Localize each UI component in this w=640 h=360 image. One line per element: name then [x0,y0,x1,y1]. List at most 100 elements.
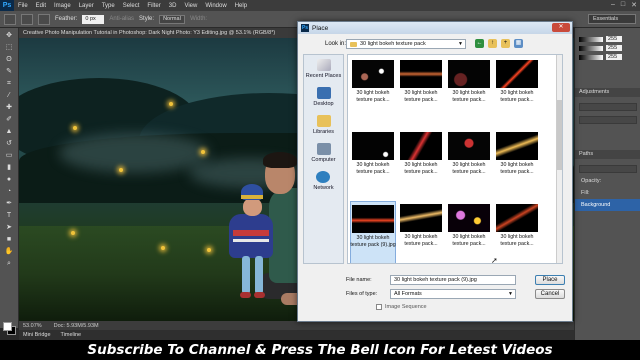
menu-edit[interactable]: Edit [32,3,50,9]
menu-window[interactable]: Window [201,3,230,9]
healing-icon[interactable]: ✚ [4,104,15,112]
file-label: 30 light bokeh texture pack... [452,234,486,247]
place-libraries[interactable]: Libraries [313,115,334,135]
new-folder-icon[interactable]: + [501,39,510,48]
red-value[interactable]: 255 [606,36,622,42]
place-button[interactable]: Place [535,275,565,285]
zoom-icon[interactable]: ⌕ [4,260,15,268]
history-brush-icon[interactable]: ↺ [4,140,15,148]
status-bar: 53.07% Doc: 5.93M/5.93M [19,321,574,330]
file-scrollbar[interactable] [556,55,562,263]
menu-file[interactable]: File [14,3,32,9]
quick-select-icon[interactable]: ✎ [4,68,15,76]
look-in-select[interactable]: 30 light bokeh texture pack ▼ [346,39,466,49]
anti-alias-checkbox[interactable]: Anti-alias [109,16,134,22]
view-menu-icon[interactable]: ▦ [514,39,523,48]
crop-icon[interactable]: ⌗ [4,80,15,88]
gradient-icon[interactable]: ▮ [4,164,15,172]
foreground-color-swatch[interactable] [3,322,12,331]
feather-input[interactable]: 0 px [82,14,105,24]
adjustment-icons-row[interactable] [579,116,637,124]
blur-icon[interactable]: ● [4,176,15,184]
cancel-button[interactable]: Cancel [535,289,565,299]
files-of-type-select[interactable]: All Formats ▼ [390,289,516,299]
firefly [169,102,173,106]
firefly [119,168,123,172]
zoom-level[interactable]: 53.07% [23,323,42,329]
menu-bar: Ps File Edit Image Layer Type Select Fil… [0,0,640,11]
tab-timeline[interactable]: Timeline [61,332,82,338]
menu-view[interactable]: View [180,3,201,9]
green-value[interactable]: 255 [606,45,622,51]
menu-select[interactable]: Select [119,3,144,9]
shape-icon[interactable]: ■ [4,236,15,244]
blue-value[interactable]: 255 [606,54,622,60]
add-selection-icon[interactable] [38,13,50,25]
back-icon[interactable]: ← [475,39,484,48]
eraser-icon[interactable]: ▭ [4,152,15,160]
file-item[interactable]: 30 light bokeh texture pack... [398,57,444,121]
file-item[interactable]: 30 light bokeh texture pack... [446,129,492,193]
menu-3d[interactable]: 3D [165,3,181,9]
green-slider[interactable] [579,45,603,51]
pen-icon[interactable]: ✒ [4,200,15,208]
blue-slider[interactable] [579,54,603,60]
close-icon[interactable]: ✕ [631,1,637,9]
minimize-icon[interactable]: – [611,1,615,9]
child-figure [229,214,273,258]
menu-help[interactable]: Help [231,3,251,9]
file-item[interactable]: 30 light bokeh texture pack... [446,201,492,263]
brush-icon[interactable]: ✐ [4,116,15,124]
hand-icon[interactable]: ✋ [4,248,15,256]
eyedropper-icon[interactable]: ⁄ [4,92,15,100]
new-selection-icon[interactable] [21,13,33,25]
move-tool-icon[interactable]: ✥ [4,32,15,40]
firefly [73,126,77,130]
place-desktop[interactable]: Desktop [313,87,334,107]
file-item[interactable]: 30 light bokeh texture pack... [398,201,444,263]
tab-paths[interactable]: Paths [575,150,640,159]
file-item[interactable]: 30 light bokeh texture pack... [350,129,396,193]
doc-size[interactable]: Doc: 5.93M/5.93M [54,323,99,329]
desktop-icon [316,87,331,99]
menu-type[interactable]: Type [98,3,119,9]
layer-filter-row[interactable] [579,165,637,173]
layer-background[interactable]: Background [575,199,640,211]
tab-adjustments[interactable]: Adjustments [575,88,640,97]
place-network[interactable]: Network [313,171,334,191]
tab-mini-bridge[interactable]: Mini Bridge [23,332,51,338]
type-icon[interactable]: T [4,212,15,220]
menu-layer[interactable]: Layer [75,3,98,9]
chevron-down-icon: ▼ [458,41,463,47]
file-item[interactable]: 30 light bokeh texture pack... [398,129,444,193]
path-select-icon[interactable]: ➤ [4,224,15,232]
style-select[interactable]: Normal [159,14,186,24]
marquee-tool-icon[interactable] [4,13,16,25]
file-name-input[interactable]: 30 light bokeh texture pack (9).jpg [390,275,516,285]
scroll-thumb[interactable] [557,100,562,170]
place-recent[interactable]: Recent Places [306,59,341,79]
image-sequence-option[interactable]: Image Sequence [376,304,427,310]
file-item[interactable]: 30 light bokeh texture pack... [494,129,540,193]
file-item[interactable]: 30 light bokeh texture pack... [350,57,396,121]
maximize-icon[interactable]: □ [621,1,625,9]
menu-filter[interactable]: Filter [143,3,164,9]
lasso-icon[interactable]: ʘ [4,56,15,64]
file-item[interactable]: 30 light bokeh texture pack... [494,201,540,263]
red-slider[interactable] [579,36,603,42]
dodge-icon[interactable]: ◔ [4,188,15,196]
adjustment-icons-row[interactable] [579,103,637,111]
file-item[interactable]: 30 light bokeh texture pack... [494,57,540,121]
marquee-icon[interactable]: ⬚ [4,44,15,52]
place-computer[interactable]: Computer [311,143,336,163]
workspace-select[interactable]: Essentials [588,14,636,24]
file-item[interactable]: 30 light bokeh texture pack... [446,57,492,121]
stamp-icon[interactable]: ▲ [4,128,15,136]
tools-panel: ✥ ⬚ ʘ ✎ ⌗ ⁄ ✚ ✐ ▲ ↺ ▭ ▮ ● ◔ ✒ T ➤ ■ ✋ ⌕ [0,28,19,335]
image-sequence-checkbox[interactable] [376,304,382,310]
father-hair [263,152,297,168]
dialog-close-icon[interactable]: ✕ [552,23,570,32]
up-folder-icon[interactable]: ↑ [488,39,497,48]
file-item-selected[interactable]: 30 light bokeh texture pack (9).jpg [350,201,396,263]
menu-image[interactable]: Image [50,3,75,9]
